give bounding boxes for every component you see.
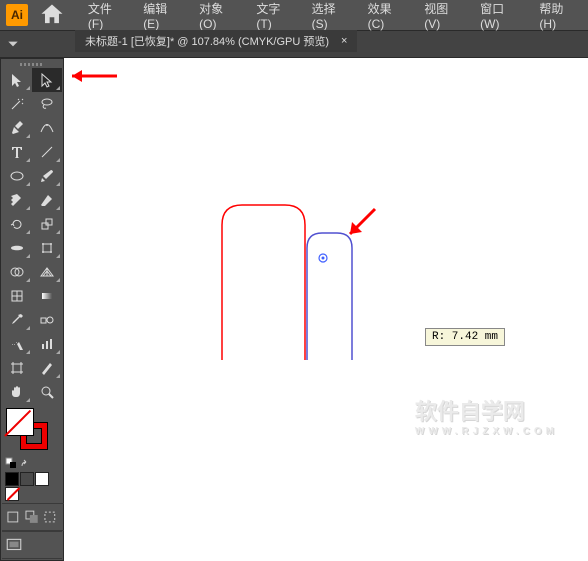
hand-tool[interactable] xyxy=(2,380,32,404)
canvas[interactable]: R: 7.42 mm 软件自学网 WWW.RJZXW.COM xyxy=(75,60,588,557)
direct-selection-tool[interactable] xyxy=(32,68,62,92)
menu-window[interactable]: 窗口(W) xyxy=(472,0,531,31)
dock-handle[interactable] xyxy=(2,60,62,68)
line-segment-tool[interactable] xyxy=(32,140,62,164)
gradient-tool[interactable] xyxy=(32,284,62,308)
menu-file[interactable]: 文件(F) xyxy=(80,0,135,31)
annotation-arrow-1 xyxy=(62,66,122,86)
color-mini-controls xyxy=(2,456,62,470)
slice-tool[interactable] xyxy=(32,356,62,380)
expand-icon[interactable] xyxy=(6,37,20,51)
tab-title: 未标题-1 [已恢复]* @ 107.84% (CMYK/GPU 预览) xyxy=(85,33,329,49)
mesh-tool[interactable] xyxy=(2,284,32,308)
symbol-sprayer-tool[interactable] xyxy=(2,332,32,356)
draw-behind-icon[interactable] xyxy=(24,508,40,526)
draw-inside-icon[interactable] xyxy=(42,508,58,526)
document-tab-bar: 未标题-1 [已恢复]* @ 107.84% (CMYK/GPU 预览) × xyxy=(75,30,357,52)
menu-object[interactable]: 对象(O) xyxy=(191,0,248,31)
fill-stroke-indicator[interactable] xyxy=(6,408,50,452)
menu-select[interactable]: 选择(S) xyxy=(304,0,360,31)
type-tool[interactable] xyxy=(2,140,32,164)
blend-tool[interactable] xyxy=(32,308,62,332)
screen-mode-row xyxy=(2,531,62,559)
zoom-tool[interactable] xyxy=(32,380,62,404)
lasso-tool[interactable] xyxy=(32,92,62,116)
menu-effect[interactable]: 效果(C) xyxy=(360,0,417,31)
eraser-tool[interactable] xyxy=(32,188,62,212)
swatch-black[interactable] xyxy=(5,472,19,486)
eyedropper-tool[interactable] xyxy=(2,308,32,332)
pen-tool[interactable] xyxy=(2,116,32,140)
home-button[interactable] xyxy=(38,4,66,26)
radius-tooltip: R: 7.42 mm xyxy=(425,328,505,346)
width-tool[interactable] xyxy=(2,236,32,260)
swatch-white[interactable] xyxy=(35,472,49,486)
default-colors-icon[interactable] xyxy=(5,457,17,469)
perspective-grid-tool[interactable] xyxy=(32,260,62,284)
swatch-row xyxy=(2,470,62,503)
screen-mode-icon[interactable] xyxy=(5,536,23,554)
paintbrush-tool[interactable] xyxy=(32,164,62,188)
menu-help[interactable]: 帮助(H) xyxy=(531,0,588,31)
tool-panel xyxy=(0,58,64,561)
tab-close-button[interactable]: × xyxy=(341,35,347,47)
swap-colors-icon[interactable] xyxy=(19,457,31,469)
artboard-tool[interactable] xyxy=(2,356,32,380)
scale-tool[interactable] xyxy=(32,212,62,236)
app-logo: Ai xyxy=(6,4,28,26)
document-tab[interactable]: 未标题-1 [已恢复]* @ 107.84% (CMYK/GPU 预览) × xyxy=(75,30,357,52)
magic-wand-tool[interactable] xyxy=(2,92,32,116)
draw-normal-icon[interactable] xyxy=(5,508,21,526)
menu-type[interactable]: 文字(T) xyxy=(248,0,303,31)
menu-view[interactable]: 视图(V) xyxy=(416,0,472,31)
curvature-tool[interactable] xyxy=(32,116,62,140)
rotate-tool[interactable] xyxy=(2,212,32,236)
rectangle-tool[interactable] xyxy=(2,164,32,188)
column-graph-tool[interactable] xyxy=(32,332,62,356)
menu-edit[interactable]: 编辑(E) xyxy=(135,0,191,31)
red-shape xyxy=(222,205,305,360)
shaper-tool[interactable] xyxy=(2,188,32,212)
swatch-gray[interactable] xyxy=(20,472,34,486)
blue-shape xyxy=(307,233,352,360)
annotation-arrow-2 xyxy=(340,204,380,244)
draw-mode-row xyxy=(2,503,64,531)
artwork xyxy=(75,60,588,557)
color-section xyxy=(2,404,62,456)
shape-builder-tool[interactable] xyxy=(2,260,32,284)
menu-bar: Ai 文件(F) 编辑(E) 对象(O) 文字(T) 选择(S) 效果(C) 视… xyxy=(0,0,588,30)
fill-color[interactable] xyxy=(6,408,34,436)
selection-tool[interactable] xyxy=(2,68,32,92)
swatch-none[interactable] xyxy=(5,487,19,501)
free-transform-tool[interactable] xyxy=(32,236,62,260)
